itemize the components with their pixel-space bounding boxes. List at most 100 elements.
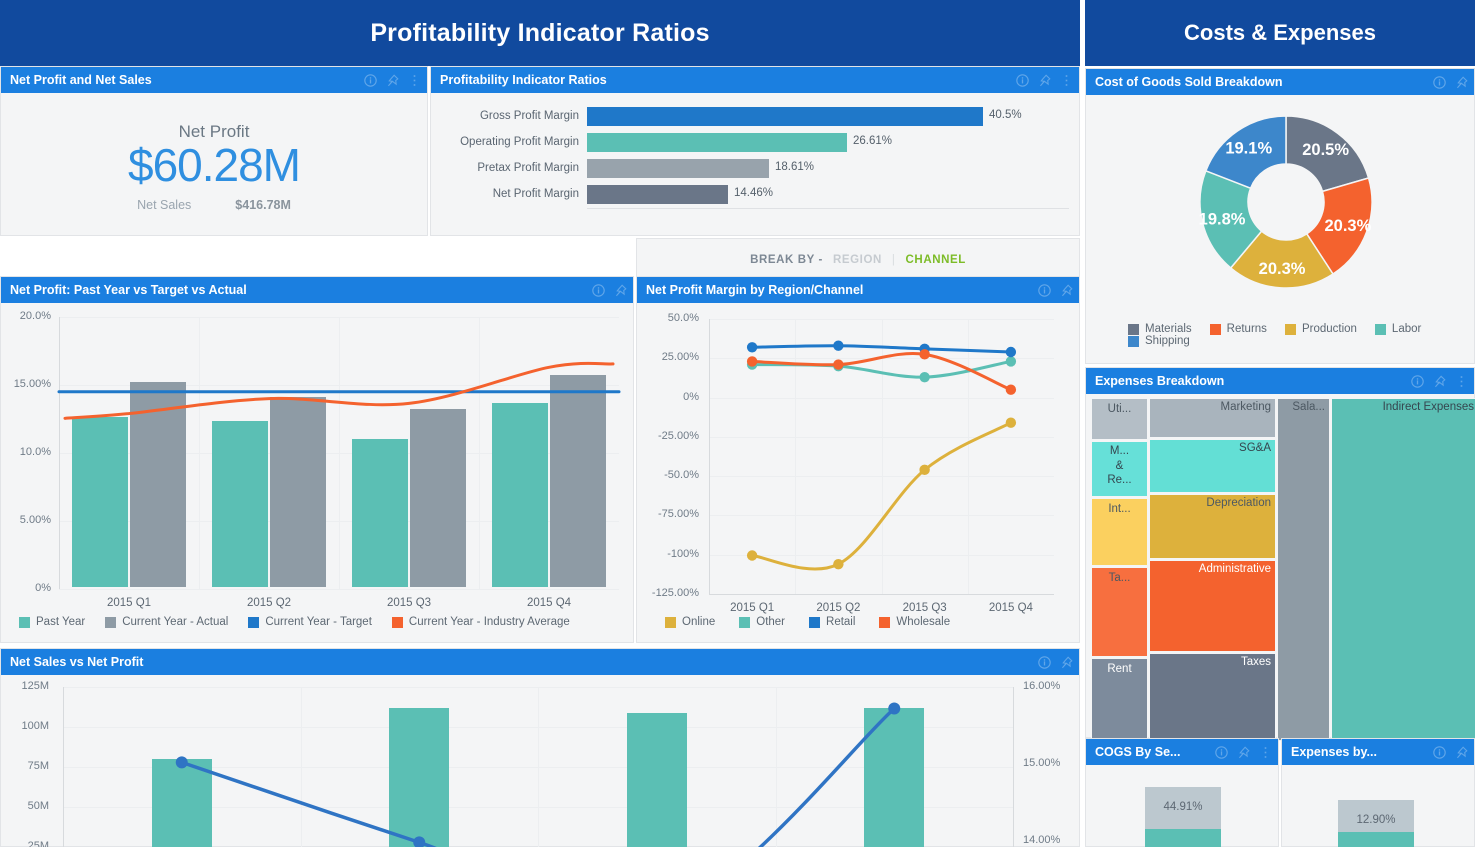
ratio-bar[interactable]	[587, 107, 983, 126]
donut-slice[interactable]	[1231, 231, 1333, 288]
ratio-row[interactable]: Pretax Profit Margin18.61%	[435, 157, 1069, 179]
ratio-track: 40.5%	[587, 107, 1069, 126]
bar-past-year[interactable]	[72, 417, 128, 587]
bar-net-sales[interactable]	[152, 759, 212, 847]
menu-icon[interactable]	[1060, 74, 1073, 87]
treemap-cell[interactable]: Depreciation	[1149, 494, 1276, 559]
bar-current-year-actual[interactable]	[550, 375, 606, 587]
donut-slice[interactable]	[1307, 178, 1372, 274]
info-icon[interactable]	[1411, 375, 1424, 388]
ratio-bar[interactable]	[587, 133, 847, 152]
legend-item[interactable]: Returns	[1210, 323, 1267, 335]
legend-item[interactable]: Current Year - Actual	[105, 616, 228, 628]
pin-icon[interactable]	[1038, 74, 1051, 87]
legend-item[interactable]: Past Year	[19, 616, 85, 628]
pin-icon[interactable]	[614, 284, 627, 297]
kpi-sub-value: $416.78M	[235, 198, 291, 212]
bar-segment-secondary[interactable]	[1145, 829, 1221, 847]
pin-icon[interactable]	[386, 74, 399, 87]
info-icon[interactable]	[1215, 746, 1228, 759]
treemap-cell[interactable]: Sala...	[1277, 398, 1330, 741]
bar-segment-secondary[interactable]	[1338, 832, 1414, 847]
info-icon[interactable]	[592, 284, 605, 297]
bar-current-year-actual[interactable]	[410, 409, 466, 587]
pin-icon[interactable]	[1237, 746, 1250, 759]
treemap-cell[interactable]: Rent	[1091, 658, 1148, 741]
treemap-cell[interactable]: Administrative	[1149, 560, 1276, 652]
card-header-net-profit-and-net-sales[interactable]: Net Profit and Net Sales	[1, 67, 427, 93]
donut-slice[interactable]	[1286, 116, 1369, 191]
bar-past-year[interactable]	[212, 421, 268, 587]
card-body-net-profit-past-vs-target-vs-actual: 0%5.00%10.0%15.00%20.0%2015 Q12015 Q2201…	[1, 303, 633, 642]
pin-icon[interactable]	[1060, 656, 1073, 669]
info-icon[interactable]	[364, 74, 377, 87]
header-icon-group[interactable]	[1016, 67, 1073, 93]
treemap-cell[interactable]: Indirect Expenses	[1331, 398, 1475, 741]
header-icon-group[interactable]	[1038, 649, 1073, 675]
treemap-cell[interactable]: Ta...	[1091, 567, 1148, 657]
card-header-net-profit-margin-by-region-channel[interactable]: Net Profit Margin by Region/Channel	[637, 277, 1079, 303]
card-header-cost-of-goods-sold-breakdown[interactable]: Cost of Goods Sold Breakdown	[1086, 69, 1474, 95]
pin-icon[interactable]	[1060, 284, 1073, 297]
bar-net-sales[interactable]	[627, 713, 687, 847]
card-header-expenses-by[interactable]: Expenses by...	[1282, 739, 1474, 765]
break-by-option-channel[interactable]: CHANNEL	[906, 254, 966, 266]
legend-item[interactable]: Shipping	[1128, 335, 1190, 347]
bar-past-year[interactable]	[352, 439, 408, 587]
bar-net-sales[interactable]	[389, 708, 449, 847]
legend-item[interactable]: Current Year - Industry Average	[392, 616, 570, 628]
card-header-profitability-indicator-ratios[interactable]: Profitability Indicator Ratios	[431, 67, 1079, 93]
legend-item[interactable]: Materials	[1128, 323, 1192, 335]
card-cost-of-goods-sold-breakdown: Cost of Goods Sold Breakdown 20.5%20.3%2…	[1085, 68, 1475, 364]
treemap-cell[interactable]: Uti...	[1091, 398, 1148, 440]
ratio-bar[interactable]	[587, 159, 769, 178]
break-by-option-region[interactable]: REGION	[833, 254, 882, 266]
card-header-expenses-breakdown[interactable]: Expenses Breakdown	[1086, 368, 1474, 394]
pin-icon[interactable]	[1455, 76, 1468, 89]
legend-swatch	[879, 617, 890, 628]
legend-item[interactable]: Retail	[809, 616, 855, 628]
info-icon[interactable]	[1433, 746, 1446, 759]
y-axis-tick: 25.00%	[637, 351, 699, 363]
header-icon-group[interactable]	[1433, 739, 1468, 765]
bar-net-sales[interactable]	[864, 708, 924, 847]
donut-slice[interactable]	[1200, 171, 1262, 268]
pin-icon[interactable]	[1433, 375, 1446, 388]
card-header-net-sales-vs-net-profit[interactable]: Net Sales vs Net Profit	[1, 649, 1079, 675]
bar-current-year-actual[interactable]	[270, 397, 326, 587]
legend-item[interactable]: Wholesale	[879, 616, 950, 628]
donut-slice[interactable]	[1206, 116, 1286, 188]
legend-item[interactable]: Online	[665, 616, 715, 628]
legend-item[interactable]: Labor	[1375, 323, 1421, 335]
header-icon-group[interactable]	[1411, 368, 1468, 394]
info-icon[interactable]	[1038, 656, 1051, 669]
legend-item[interactable]: Other	[739, 616, 785, 628]
card-header-cogs-by-segment[interactable]: COGS By Se...	[1086, 739, 1278, 765]
pin-icon[interactable]	[1455, 746, 1468, 759]
bar-past-year[interactable]	[492, 403, 548, 587]
info-icon[interactable]	[1016, 74, 1029, 87]
treemap-cell[interactable]: M...&Re...	[1091, 441, 1148, 497]
legend-item[interactable]: Current Year - Target	[248, 616, 372, 628]
treemap-cell[interactable]: SG&A	[1149, 439, 1276, 493]
header-icon-group[interactable]	[1038, 277, 1073, 303]
menu-icon[interactable]	[408, 74, 421, 87]
card-header-net-profit-past-vs-target-vs-actual[interactable]: Net Profit: Past Year vs Target vs Actua…	[1, 277, 633, 303]
header-icon-group[interactable]	[1433, 69, 1468, 95]
header-icon-group[interactable]	[364, 67, 421, 93]
header-icon-group[interactable]	[592, 277, 627, 303]
menu-icon[interactable]	[1455, 375, 1468, 388]
legend-item[interactable]: Production	[1285, 323, 1357, 335]
info-icon[interactable]	[1038, 284, 1051, 297]
ratio-bar[interactable]	[587, 185, 728, 204]
ratio-row[interactable]: Gross Profit Margin40.5%	[435, 105, 1069, 127]
treemap-cell[interactable]: Marketing	[1149, 398, 1276, 438]
ratio-row[interactable]: Net Profit Margin14.46%	[435, 183, 1069, 205]
info-icon[interactable]	[1433, 76, 1446, 89]
treemap-cell[interactable]: Int...	[1091, 498, 1148, 566]
treemap-cell[interactable]: Taxes	[1149, 653, 1276, 741]
header-icon-group[interactable]	[1215, 739, 1272, 765]
bar-current-year-actual[interactable]	[130, 382, 186, 587]
menu-icon[interactable]	[1259, 746, 1272, 759]
ratio-row[interactable]: Operating Profit Margin26.61%	[435, 131, 1069, 153]
